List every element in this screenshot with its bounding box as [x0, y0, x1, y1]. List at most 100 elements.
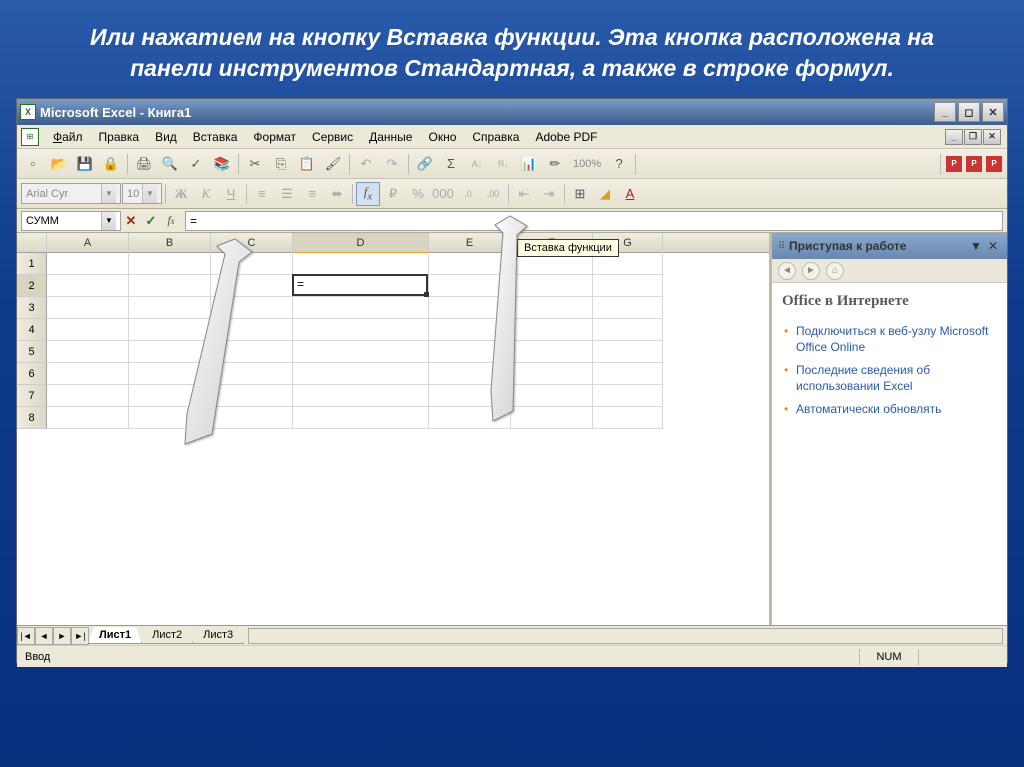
cell[interactable]: [129, 275, 211, 297]
cell[interactable]: [47, 385, 129, 407]
cell[interactable]: [429, 385, 511, 407]
cell[interactable]: [293, 341, 429, 363]
bold-button[interactable]: Ж: [169, 182, 193, 206]
cell[interactable]: [129, 341, 211, 363]
task-pane-close[interactable]: ✕: [985, 239, 1001, 253]
undo-button[interactable]: ↶: [354, 152, 378, 176]
cell[interactable]: [511, 385, 593, 407]
cell[interactable]: [47, 319, 129, 341]
cell[interactable]: [211, 297, 293, 319]
italic-button[interactable]: К: [194, 182, 218, 206]
chart-button[interactable]: 📊: [517, 152, 541, 176]
cell[interactable]: [429, 297, 511, 319]
cell[interactable]: [511, 407, 593, 429]
cell[interactable]: [47, 297, 129, 319]
drawing-button[interactable]: ✏: [543, 152, 567, 176]
cell[interactable]: [211, 363, 293, 385]
tp-back-button[interactable]: ◄: [778, 262, 796, 280]
cell[interactable]: [511, 275, 593, 297]
open-button[interactable]: 📂: [47, 152, 71, 176]
column-header[interactable]: D: [293, 233, 429, 253]
select-all-corner[interactable]: [17, 233, 47, 253]
cell[interactable]: [429, 319, 511, 341]
paste-button[interactable]: 📋: [295, 152, 319, 176]
cell[interactable]: [511, 363, 593, 385]
cell[interactable]: [429, 275, 511, 297]
menu-file[interactable]: Файл: [45, 127, 91, 147]
align-center-button[interactable]: ☰: [275, 182, 299, 206]
sort-desc-button[interactable]: Я↓: [491, 152, 515, 176]
menu-help[interactable]: Справка: [464, 127, 527, 147]
cell[interactable]: [593, 407, 663, 429]
row-header[interactable]: 1: [17, 253, 47, 275]
menu-edit[interactable]: Правка: [91, 127, 148, 147]
permission-button[interactable]: 🔒: [99, 152, 123, 176]
menu-data[interactable]: Данные: [361, 127, 420, 147]
task-pane-link[interactable]: Последние сведения об использовании Exce…: [782, 359, 997, 398]
cell[interactable]: [593, 319, 663, 341]
minimize-button[interactable]: _: [934, 102, 956, 122]
menu-view[interactable]: Вид: [147, 127, 185, 147]
fx-button[interactable]: fx: [161, 211, 181, 231]
font-color-button[interactable]: A: [618, 182, 642, 206]
cell[interactable]: [47, 363, 129, 385]
row-header[interactable]: 6: [17, 363, 47, 385]
cell[interactable]: [211, 385, 293, 407]
menu-adobe[interactable]: Adobe PDF: [527, 127, 605, 147]
cell[interactable]: [211, 341, 293, 363]
cell[interactable]: [129, 385, 211, 407]
increase-decimal-button[interactable]: ,0: [456, 182, 480, 206]
cell[interactable]: [429, 407, 511, 429]
column-header[interactable]: C: [211, 233, 293, 253]
tp-home-button[interactable]: ⌂: [826, 262, 844, 280]
sheet-tab-1[interactable]: Лист1: [88, 627, 142, 644]
cut-button[interactable]: ✂: [243, 152, 267, 176]
hyperlink-button[interactable]: 🔗: [413, 152, 437, 176]
tab-last-button[interactable]: ►|: [71, 627, 89, 645]
task-pane-dropdown[interactable]: ▼: [967, 239, 985, 253]
row-header[interactable]: 2: [17, 275, 47, 297]
cell[interactable]: [593, 297, 663, 319]
doc-restore-button[interactable]: ❐: [964, 129, 982, 145]
cancel-button[interactable]: ✕: [121, 211, 141, 231]
comma-button[interactable]: 000: [431, 182, 455, 206]
row-header[interactable]: 3: [17, 297, 47, 319]
cell[interactable]: [593, 363, 663, 385]
column-header[interactable]: A: [47, 233, 129, 253]
font-combo[interactable]: Arial Cyr▼: [21, 183, 121, 204]
cell[interactable]: [211, 407, 293, 429]
currency-button[interactable]: ₽: [381, 182, 405, 206]
cell[interactable]: [47, 253, 129, 275]
align-left-button[interactable]: ≡: [250, 182, 274, 206]
fill-color-button[interactable]: ◢: [593, 182, 617, 206]
column-header[interactable]: E: [429, 233, 511, 253]
cell[interactable]: [293, 297, 429, 319]
copy-button[interactable]: ⎘: [269, 152, 293, 176]
research-button[interactable]: 📚: [210, 152, 234, 176]
cell[interactable]: [293, 385, 429, 407]
cell[interactable]: [47, 407, 129, 429]
format-painter-button[interactable]: 🖌: [321, 152, 345, 176]
new-button[interactable]: ▫: [21, 152, 45, 176]
workbook-icon[interactable]: ⊞: [21, 128, 39, 146]
cell[interactable]: [129, 407, 211, 429]
pdf-convert-icon[interactable]: P: [946, 156, 962, 172]
pdf-review-icon[interactable]: P: [986, 156, 1002, 172]
sort-asc-button[interactable]: А↓: [465, 152, 489, 176]
row-header[interactable]: 5: [17, 341, 47, 363]
row-header[interactable]: 4: [17, 319, 47, 341]
cell[interactable]: [429, 341, 511, 363]
cell[interactable]: [129, 297, 211, 319]
cell[interactable]: [511, 297, 593, 319]
cell[interactable]: [293, 253, 429, 275]
cell[interactable]: [211, 275, 293, 297]
grip-icon[interactable]: ⠿: [778, 241, 783, 252]
fill-handle[interactable]: [424, 292, 429, 297]
tab-first-button[interactable]: |◄: [17, 627, 35, 645]
increase-indent-button[interactable]: ⇥: [537, 182, 561, 206]
cell[interactable]: [47, 341, 129, 363]
menu-window[interactable]: Окно: [420, 127, 464, 147]
cell[interactable]: [129, 319, 211, 341]
cell[interactable]: [511, 341, 593, 363]
help-button[interactable]: ?: [607, 152, 631, 176]
